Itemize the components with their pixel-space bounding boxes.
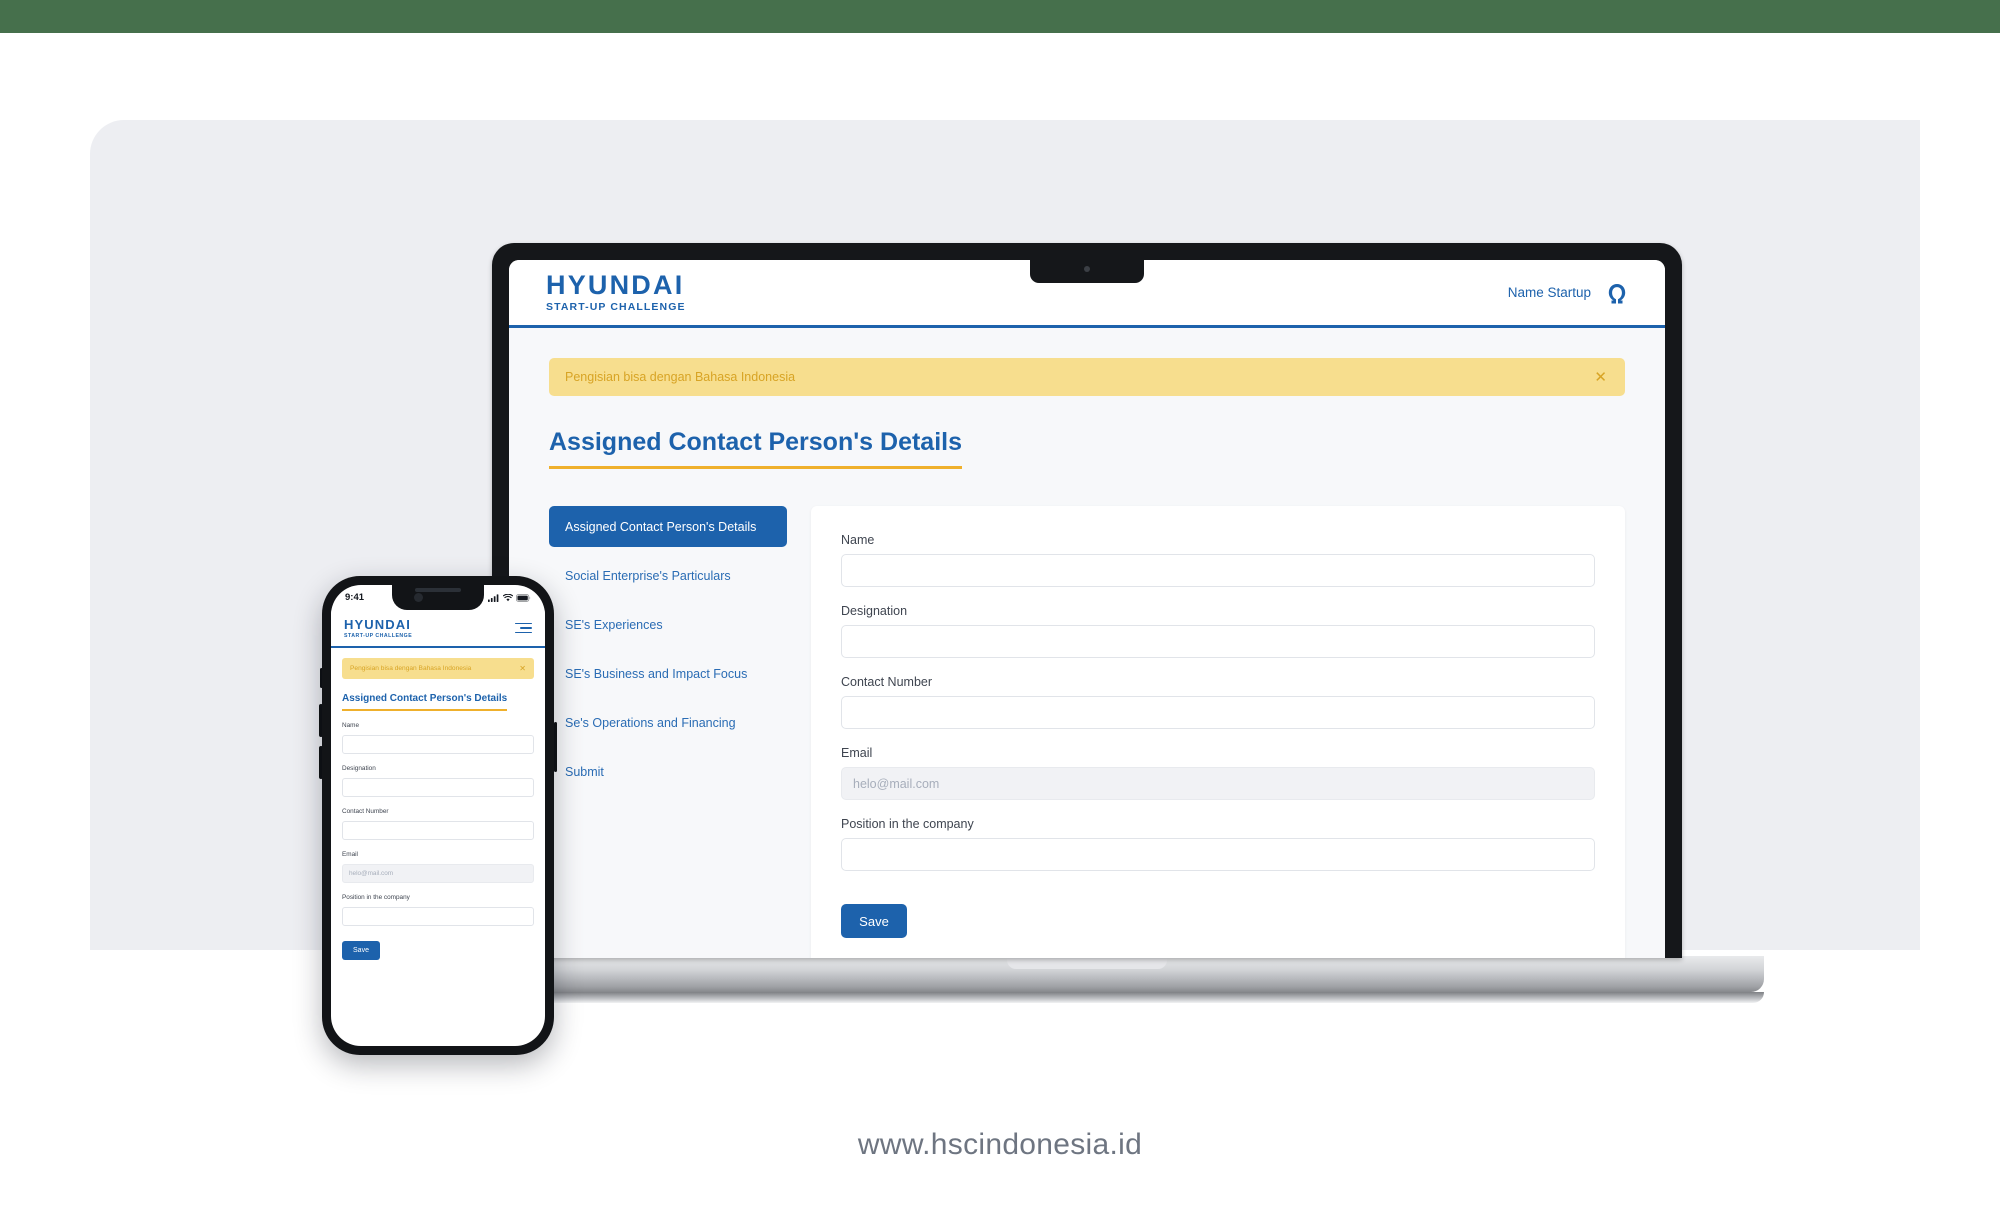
nav-item-submit[interactable]: Submit <box>549 751 787 792</box>
phone-field-label-contact-number: Contact Number <box>342 808 389 815</box>
contact-details-form: Name Designation Contact Number Email he… <box>811 506 1625 958</box>
phone-field-email: Email <box>342 851 534 883</box>
battery-icon <box>516 593 531 602</box>
status-time: 9:41 <box>345 592 365 603</box>
phone-status-bar: 9:41 <box>331 585 545 610</box>
omega-avatar-icon[interactable] <box>1604 280 1630 306</box>
phone-field-contact-number: Contact Number <box>342 808 534 840</box>
field-designation: Designation <box>841 604 1595 658</box>
section-nav: Assigned Contact Person's Details Social… <box>549 506 787 958</box>
contact-number-input[interactable] <box>841 696 1595 729</box>
name-input[interactable] <box>841 554 1595 587</box>
phone-brand-name: HYUNDAI <box>344 616 411 632</box>
phone-designation-input[interactable] <box>342 778 534 797</box>
laptop-base <box>410 956 1764 992</box>
phone-email-input[interactable] <box>342 864 534 883</box>
designation-input[interactable] <box>841 625 1595 658</box>
brand-name: HYUNDAI <box>546 270 685 301</box>
page-title: Assigned Contact Person's Details <box>549 428 963 469</box>
phone-power-button[interactable] <box>553 722 557 772</box>
nav-item-ses-experiences[interactable]: SE's Experiences <box>549 604 787 645</box>
phone-name-input[interactable] <box>342 735 534 754</box>
wifi-icon <box>502 593 513 601</box>
field-label-designation: Designation <box>841 604 908 618</box>
laptop-screen: HYUNDAI START-UP CHALLENGE Name Startup … <box>509 260 1665 958</box>
phone-field-position-in-company: Position in the company <box>342 894 534 926</box>
nav-item-social-enterprises-particulars[interactable]: Social Enterprise's Particulars <box>549 555 787 596</box>
phone-brand-subtitle: START-UP CHALLENGE <box>344 633 413 640</box>
status-icons <box>488 593 531 602</box>
top-green-band <box>0 0 2000 33</box>
field-email: Email <box>841 746 1595 800</box>
page-body: Pengisian bisa dengan Bahasa Indonesia ✕… <box>509 328 1665 958</box>
phone-alert-message: Pengisian bisa dengan Bahasa Indonesia <box>350 665 472 672</box>
phone-field-name: Name <box>342 722 534 754</box>
position-in-company-input[interactable] <box>841 838 1595 871</box>
nav-item-ses-operations-and-financing[interactable]: Se's Operations and Financing <box>549 702 787 743</box>
phone-field-label-position-in-company: Position in the company <box>342 894 410 901</box>
content-row: Assigned Contact Person's Details Social… <box>549 506 1625 958</box>
field-label-position-in-company: Position in the company <box>841 817 974 831</box>
phone-contact-number-input[interactable] <box>342 821 534 840</box>
laptop-mockup: HYUNDAI START-UP CHALLENGE Name Startup … <box>410 243 1764 1003</box>
phone-info-alert: Pengisian bisa dengan Bahasa Indonesia ✕ <box>342 658 534 679</box>
alert-message: Pengisian bisa dengan Bahasa Indonesia <box>565 370 796 384</box>
field-name: Name <box>841 533 1595 587</box>
webcam-icon <box>1084 266 1090 272</box>
phone-save-button[interactable]: Save <box>342 941 380 960</box>
save-button[interactable]: Save <box>841 904 907 938</box>
laptop-camera-notch <box>1030 260 1144 283</box>
footer-website-url: www.hscindonesia.id <box>857 1128 1143 1161</box>
field-label-name: Name <box>841 533 875 547</box>
field-position-in-company: Position in the company <box>841 817 1595 871</box>
phone-mockup: 9:41 HYUNDAI START-UP CHALLENGE Pengisia… <box>319 576 557 1055</box>
phone-field-label-email: Email <box>342 851 358 858</box>
hamburger-menu-icon[interactable] <box>515 622 532 634</box>
phone-field-label-designation: Designation <box>342 765 376 772</box>
field-label-email: Email <box>841 746 873 760</box>
nav-item-ses-business-and-impact-focus[interactable]: SE's Business and Impact Focus <box>549 653 787 694</box>
laptop-lid: HYUNDAI START-UP CHALLENGE Name Startup … <box>492 243 1682 958</box>
phone-position-in-company-input[interactable] <box>342 907 534 926</box>
field-contact-number: Contact Number <box>841 675 1595 729</box>
email-input[interactable] <box>841 767 1595 800</box>
brand-logo: HYUNDAI START-UP CHALLENGE <box>546 272 686 313</box>
info-alert: Pengisian bisa dengan Bahasa Indonesia ✕ <box>549 358 1625 396</box>
phone-brand-logo: HYUNDAI START-UP CHALLENGE <box>344 617 412 640</box>
phone-field-designation: Designation <box>342 765 534 797</box>
header-account[interactable]: Name Startup <box>1508 280 1630 306</box>
phone-site-header: HYUNDAI START-UP CHALLENGE <box>331 610 545 648</box>
laptop-foot <box>410 992 1764 1003</box>
phone-frame: 9:41 HYUNDAI START-UP CHALLENGE Pengisia… <box>322 576 554 1055</box>
phone-screen: 9:41 HYUNDAI START-UP CHALLENGE Pengisia… <box>331 585 545 1046</box>
nav-item-assigned-contact-persons-details[interactable]: Assigned Contact Person's Details <box>549 506 787 547</box>
phone-field-label-name: Name <box>342 722 360 729</box>
phone-page-title: Assigned Contact Person's Details <box>342 693 508 711</box>
startup-name-label: Name Startup <box>1507 285 1591 300</box>
cellular-signal-icon <box>488 593 499 602</box>
close-icon[interactable]: ✕ <box>1594 370 1607 385</box>
phone-close-icon[interactable]: ✕ <box>519 664 526 673</box>
poster-canvas: HYUNDAI START-UP CHALLENGE Name Startup … <box>0 0 2000 1215</box>
field-label-contact-number: Contact Number <box>841 675 933 689</box>
brand-subtitle: START-UP CHALLENGE <box>546 301 686 314</box>
phone-page-body: Pengisian bisa dengan Bahasa Indonesia ✕… <box>331 648 545 960</box>
